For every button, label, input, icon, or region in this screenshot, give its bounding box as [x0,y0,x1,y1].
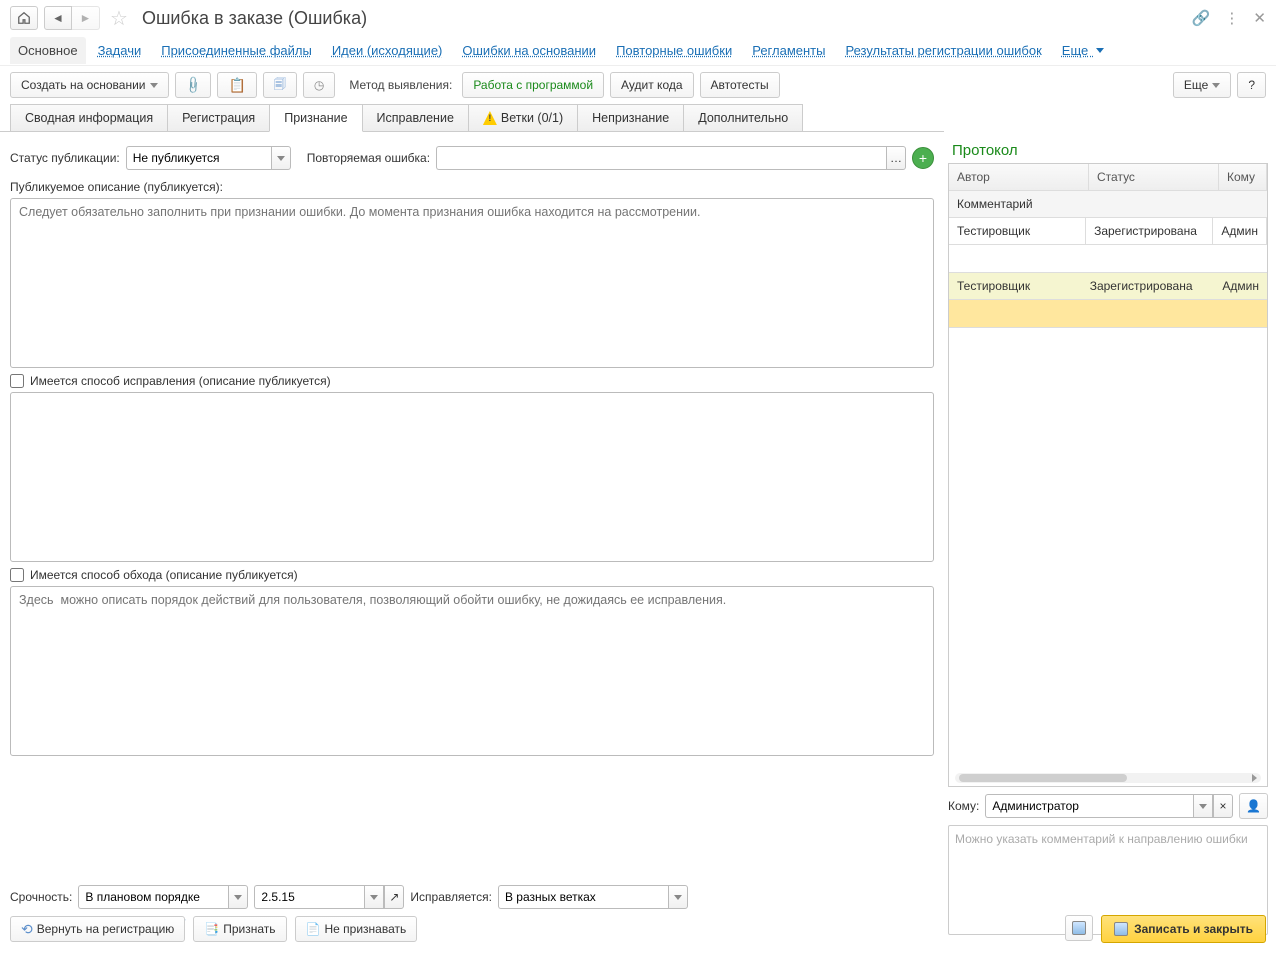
fix-in-input[interactable] [498,885,668,909]
protocol-scrollbar[interactable] [955,773,1261,783]
doc-button[interactable]: 🗐 [263,72,297,98]
close-icon[interactable]: ✕ [1253,9,1266,27]
col-author[interactable]: Автор [949,164,1089,191]
tab-rejection[interactable]: Непризнание [577,104,684,132]
save-close-button[interactable]: Записать и закрыть [1101,915,1266,943]
repeat-label: Повторяемая ошибка: [307,151,430,165]
nav-errors-based[interactable]: Ошибки на основании [454,37,604,64]
to-clear-button[interactable]: × [1213,794,1233,818]
nav-forward-button[interactable]: ► [72,6,100,30]
pub-status-dropdown[interactable] [271,146,291,170]
clock-button[interactable]: ◷ [303,72,335,98]
method-autotest-button[interactable]: Автотесты [700,72,780,98]
save-button[interactable] [1065,915,1093,941]
bypass-label: Имеется способ обхода (описание публикуе… [30,568,298,582]
bypass-textarea[interactable] [10,586,934,756]
warning-icon [483,111,497,125]
fix-method-label: Имеется способ исправления (описание пуб… [30,374,331,388]
attach-button[interactable]: 📎 [175,72,212,98]
nav-reglaments[interactable]: Регламенты [744,37,833,64]
fix-in-dropdown[interactable] [668,885,688,909]
pub-status-input[interactable] [126,146,271,170]
tab-summary[interactable]: Сводная информация [10,104,168,132]
nav-more[interactable]: Еще [1054,37,1112,64]
fix-method-textarea[interactable] [10,392,934,562]
repeat-select-button[interactable]: … [886,146,906,170]
link-icon[interactable]: 🔗 [1192,9,1211,27]
create-based-button[interactable]: Создать на основании [10,72,169,98]
protocol-title: Протокол [952,142,1268,159]
pub-desc-label: Публикуемое описание (публикуется): [10,180,934,194]
nav-files[interactable]: Присоединенные файлы [153,37,320,64]
urgency-input[interactable] [78,885,228,909]
to-user-button[interactable]: 👤 [1239,793,1268,819]
nav-main[interactable]: Основное [10,37,86,64]
accept-button[interactable]: 📑Признать [193,916,286,942]
to-label: Кому: [948,799,979,813]
method-audit-button[interactable]: Аудит кода [610,72,693,98]
save-icon [1072,921,1086,935]
menu-icon[interactable]: ⋮ [1224,9,1239,27]
table-row[interactable]: Тестировщик Зарегистрирована Админ [949,273,1267,300]
to-input[interactable] [985,794,1193,818]
favorite-icon[interactable]: ☆ [106,6,132,31]
tab-extra[interactable]: Дополнительно [683,104,803,132]
fix-method-checkbox[interactable] [10,374,24,388]
nav-ideas[interactable]: Идеи (исходящие) [324,37,451,64]
tab-registration[interactable]: Регистрация [167,104,270,132]
protocol-table[interactable]: Автор Статус Кому Комментарий Тестировщи… [948,163,1268,787]
col-to[interactable]: Кому [1219,164,1267,191]
home-button[interactable] [10,6,38,30]
help-button[interactable]: ? [1237,72,1266,98]
repeat-input[interactable] [436,146,886,170]
tab-branches[interactable]: Ветки (0/1) [468,104,578,132]
pub-status-label: Статус публикации: [10,151,120,165]
comment-subheader: Комментарий [949,191,1267,218]
nav-tasks[interactable]: Задачи [90,37,150,64]
method-program-button[interactable]: Работа с программой [462,72,604,98]
tab-fix[interactable]: Исправление [362,104,469,132]
nav-results[interactable]: Результаты регистрации ошибок [837,37,1049,64]
add-repeat-button[interactable]: + [912,147,934,169]
reject-button[interactable]: 📄Не признавать [295,916,418,942]
tab-acceptance[interactable]: Признание [269,104,362,132]
nav-repeat-errors[interactable]: Повторные ошибки [608,37,740,64]
urgency-dropdown[interactable] [228,885,248,909]
fix-in-label: Исправляется: [410,890,492,904]
col-status[interactable]: Статус [1089,164,1219,191]
version-open-button[interactable]: ↗ [384,885,404,909]
clipboard-button[interactable]: 📋 [217,72,256,98]
bypass-checkbox[interactable] [10,568,24,582]
toolbar-more-button[interactable]: Еще [1173,72,1231,98]
save-icon [1114,922,1128,936]
nav-back-button[interactable]: ◄ [44,6,72,30]
version-input[interactable] [254,885,364,909]
return-reg-button[interactable]: ⟲Вернуть на регистрацию [10,916,185,942]
version-dropdown[interactable] [364,885,384,909]
detect-label: Метод выявления: [341,78,456,92]
pub-desc-textarea[interactable] [10,198,934,368]
page-title: Ошибка в заказе (Ошибка) [142,8,367,29]
table-row[interactable]: Тестировщик Зарегистрирована Админ [949,218,1267,245]
to-dropdown[interactable] [1193,794,1213,818]
urgency-label: Срочность: [10,890,72,904]
